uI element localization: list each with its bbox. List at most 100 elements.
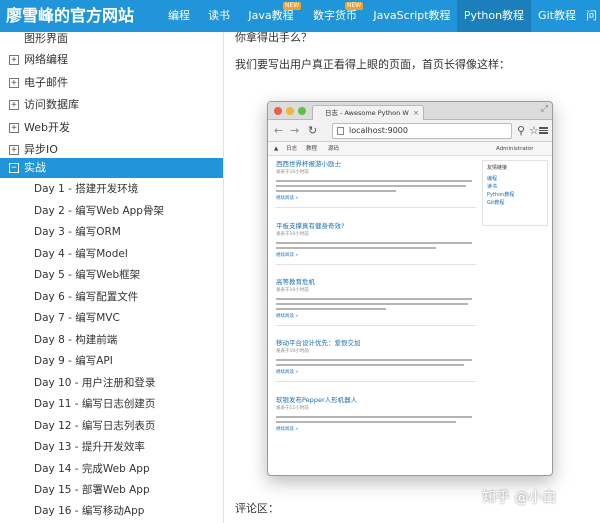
read-more-link: 继续阅读 »	[276, 370, 299, 375]
divider	[276, 325, 476, 326]
post-excerpt	[276, 421, 456, 423]
sidebar-subitem-day-2[interactable]: Day 2 - 编写Web App骨架	[0, 201, 223, 222]
nav-item-qa[interactable]: 问	[583, 0, 600, 32]
post-excerpt	[276, 364, 464, 366]
blog-nav-item: 源码	[328, 146, 340, 152]
maximize-window-icon	[298, 107, 306, 115]
sidebar: 图形界面 + 网络编程 + 电子邮件 + 访问数据库 + Web开发 + 异步I…	[0, 32, 224, 523]
divider	[276, 381, 476, 382]
address-bar: localhost:9000	[332, 123, 512, 139]
post-meta: 发表于10小时前	[276, 288, 309, 293]
post-meta: 发表于10小时前	[276, 232, 309, 237]
minimize-window-icon	[286, 107, 294, 115]
post-excerpt	[276, 247, 436, 249]
sidebar-subitem-day-4[interactable]: Day 4 - 编写Model	[0, 244, 223, 265]
top-navbar: 廖雪峰的官方网站 编程 读书 Java教程 NEW 数字货币 NEW JavaScr…	[0, 0, 600, 32]
post-entry: 软银发布Pepper人形机器人 发表于11小时前 继续阅读 »	[276, 396, 476, 434]
comments-heading: 评论区：	[235, 502, 279, 515]
sidebar-subitem-day-12[interactable]: Day 12 - 编写日志列表页	[0, 416, 223, 437]
sidebar-item-gui[interactable]: 图形界面	[0, 32, 223, 49]
sidebar-subitem-day-10[interactable]: Day 10 - 用户注册和登录	[0, 373, 223, 394]
article-content: 你拿得出手么？ 我们要写出用户真正看得上眼的页面，首页长得像这样： 日志 - A…	[224, 32, 600, 523]
read-more-link: 继续阅读 »	[276, 427, 299, 432]
links-panel: 友情链接 编程 读书 Python教程 Git教程	[482, 160, 548, 226]
sidebar-subitem-day-11[interactable]: Day 11 - 编写日志创建页	[0, 394, 223, 415]
sidebar-subitem-day-9[interactable]: Day 9 - 编写API	[0, 351, 223, 372]
article-text: 我们要写出用户真正看得上眼的页面，首页长得像这样：	[235, 58, 510, 71]
post-excerpt	[276, 298, 472, 300]
expand-icon[interactable]: +	[9, 145, 19, 155]
post-title: 高等教育危机	[276, 278, 315, 286]
post-excerpt	[276, 308, 386, 310]
post-entry: 西西世界杯报游小励士 发表于10小时前 继续阅读 »	[276, 160, 476, 208]
divider	[276, 264, 476, 265]
post-excerpt	[276, 190, 396, 192]
post-excerpt	[276, 185, 466, 187]
post-excerpt	[276, 242, 472, 244]
logo-icon: ▲	[274, 146, 279, 152]
sidebar-subitem-day-3[interactable]: Day 3 - 编写ORM	[0, 222, 223, 243]
sidebar-item-web[interactable]: + Web开发	[0, 118, 223, 138]
sidebar-item-practice[interactable]: − 实战	[0, 158, 223, 178]
sidebar-subitem-day-8[interactable]: Day 8 - 构建前端	[0, 330, 223, 351]
expand-icon[interactable]: +	[9, 100, 19, 110]
links-panel-item: 读书	[487, 184, 498, 190]
blog-nav: ▲ 日志 教程 源码 Administrator	[268, 142, 552, 156]
sidebar-item-asyncio[interactable]: + 异步IO	[0, 140, 223, 160]
read-more-link: 继续阅读 »	[276, 314, 299, 319]
nav-item-reading[interactable]: 读书	[199, 0, 239, 32]
sidebar-subitem-day-1[interactable]: Day 1 - 搭建开发环境	[0, 179, 223, 200]
reload-icon: ↻	[308, 124, 318, 137]
sidebar-subitem-day-13[interactable]: Day 13 - 提升开发效率	[0, 437, 223, 458]
forward-icon: →	[290, 124, 300, 137]
post-title: 软银发布Pepper人形机器人	[276, 396, 358, 404]
post-excerpt	[276, 416, 472, 418]
sidebar-subitem-day-5[interactable]: Day 5 - 编写Web框架	[0, 265, 223, 286]
user-name: Administrator	[496, 146, 534, 152]
links-panel-item: Python教程	[487, 192, 515, 198]
links-panel-item: Git教程	[487, 200, 505, 206]
browser-toolbar: ← → ↻ localhost:9000 ⚲ ☆	[268, 120, 552, 142]
sidebar-item-email[interactable]: + 电子邮件	[0, 73, 223, 93]
read-more-link: 继续阅读 »	[276, 253, 299, 258]
nav-item-javascript[interactable]: JavaScript教程	[367, 0, 457, 32]
sidebar-item-database[interactable]: + 访问数据库	[0, 95, 223, 115]
post-title: 平板支撑真有健身奇效?	[276, 222, 345, 230]
expand-icon[interactable]: +	[9, 55, 19, 65]
sidebar-subitem-day-6[interactable]: Day 6 - 编写配置文件	[0, 287, 223, 308]
homepage-screenshot: 日志 - Awesome Python W × ⤢ ← → ↻ localhos…	[267, 101, 553, 476]
new-badge: NEW	[283, 2, 302, 10]
nav-item-git[interactable]: Git教程	[531, 0, 583, 32]
expand-icon[interactable]: +	[9, 78, 19, 88]
sidebar-subitem-day-16[interactable]: Day 16 - 编写移动App	[0, 501, 223, 522]
post-title: 移动平台设计优先：爱恨交加	[276, 339, 361, 347]
nav-item-crypto[interactable]: 数字货币 NEW	[303, 0, 367, 32]
search-icon: ⚲	[517, 124, 526, 137]
sidebar-subitem-day-14[interactable]: Day 14 - 完成Web App	[0, 459, 223, 480]
back-icon: ←	[274, 124, 284, 137]
links-panel-title: 友情链接	[487, 165, 508, 171]
post-meta: 发表于10小时前	[276, 349, 309, 354]
divider	[276, 207, 476, 208]
post-title: 西西世界杯报游小励士	[276, 160, 341, 168]
sidebar-subitem-day-7[interactable]: Day 7 - 编写MVC	[0, 308, 223, 329]
new-badge: NEW	[345, 2, 364, 10]
sidebar-subitem-day-15[interactable]: Day 15 - 部署Web App	[0, 480, 223, 501]
post-entry: 平板支撑真有健身奇效? 发表于10小时前 继续阅读 »	[276, 222, 476, 265]
article-text: 你拿得出手么？	[235, 32, 312, 44]
collapse-icon[interactable]: −	[9, 163, 19, 173]
menu-icon	[539, 127, 548, 134]
nav-item-programming[interactable]: 编程	[159, 0, 199, 32]
sidebar-item-network[interactable]: + 网络编程	[0, 50, 223, 70]
zhihu-watermark: 知乎 @小白	[482, 490, 557, 506]
site-title[interactable]: 廖雪峰的官方网站	[6, 4, 134, 28]
blog-body: 西西世界杯报游小励士 发表于10小时前 继续阅读 » 平板支撑真有健身奇效? 发…	[268, 156, 552, 475]
browser-tab: 日志 - Awesome Python W ×	[312, 105, 424, 120]
nav-item-java[interactable]: Java教程 NEW	[239, 0, 303, 32]
browser-tab-bar: 日志 - Awesome Python W × ⤢	[268, 102, 552, 120]
blog-nav-item: 教程	[306, 146, 318, 152]
nav-item-python[interactable]: Python教程	[457, 0, 531, 32]
expand-icon[interactable]: +	[9, 123, 19, 133]
close-window-icon	[274, 107, 282, 115]
post-excerpt	[276, 180, 472, 182]
